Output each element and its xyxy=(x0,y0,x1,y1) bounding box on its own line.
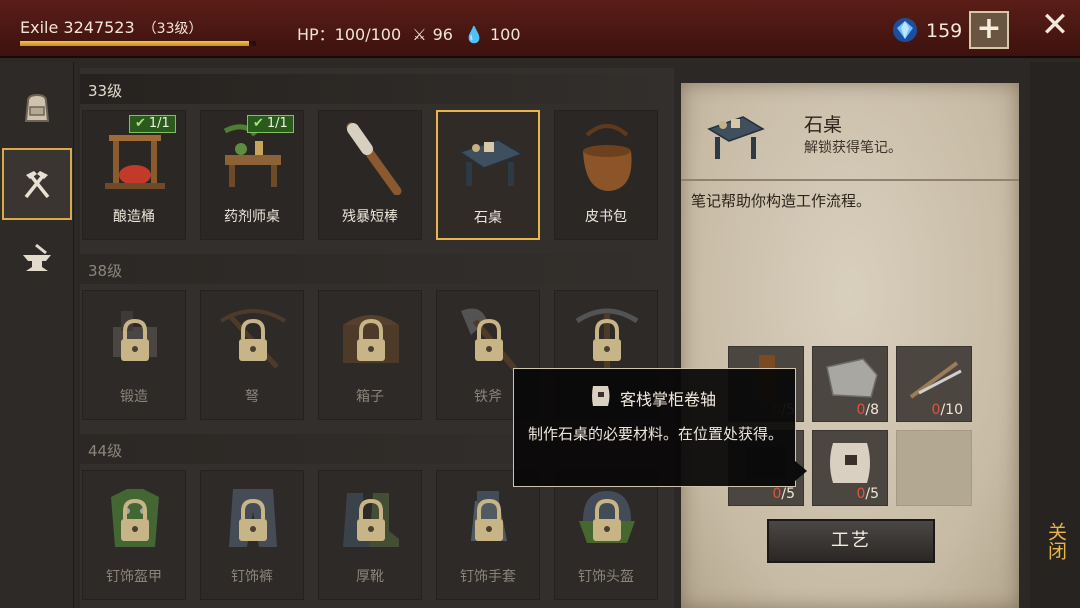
close-button[interactable]: 关闭 xyxy=(1040,522,1070,560)
recipe-item-selected[interactable]: 石桌 xyxy=(436,110,540,240)
xp-bar xyxy=(20,41,256,46)
recipe-name: 钉饰盔甲 xyxy=(106,569,162,585)
hammer-pick-icon xyxy=(24,171,50,199)
recipe-name: 厚靴 xyxy=(356,569,384,585)
recipe-item-locked[interactable]: 钉饰头盔 xyxy=(554,470,658,600)
level-header: 38级 xyxy=(80,254,674,284)
lock-icon xyxy=(357,318,385,361)
player-level: （33级） xyxy=(142,21,203,37)
stone-table-icon xyxy=(707,116,765,159)
water-value: 100 xyxy=(489,25,521,44)
top-bar: Exile 3247523 （33级） HP：100/100 ⚔ 96 💧 100 1… xyxy=(0,0,1080,58)
check-icon: ✔ xyxy=(253,116,264,131)
crafted-count-badge: ✔ 1/1 xyxy=(247,115,294,133)
player-name-text: Exile 3247523 xyxy=(20,18,135,37)
recipe-name: 残暴短棒 xyxy=(342,209,398,225)
lock-icon xyxy=(121,498,149,541)
lock-icon xyxy=(475,318,503,361)
material-slot[interactable]: 0/10 xyxy=(896,346,972,422)
recipe-item-locked[interactable]: 钉饰盔甲 xyxy=(82,470,186,600)
level-header: 33级 xyxy=(80,74,674,104)
tab-crafting[interactable] xyxy=(2,148,72,220)
recipe-subtitle: 解锁获得笔记。 xyxy=(804,140,902,156)
attack-value: 96 xyxy=(432,25,453,44)
recipe-description: 笔记帮助你构造工作流程。 xyxy=(691,192,872,210)
recipe-item[interactable]: 残暴短棒 xyxy=(318,110,422,240)
material-slot[interactable]: 0/8 xyxy=(812,346,888,422)
recipe-item-locked[interactable]: 箱子 xyxy=(318,290,422,420)
backpack-icon xyxy=(24,93,50,122)
material-tooltip: 客栈掌柜卷轴 制作石桌的必要材料。在位置处获得。 xyxy=(513,368,807,487)
recipe-item[interactable]: 皮书包 xyxy=(554,110,658,240)
recipe-name: 钉饰头盔 xyxy=(578,569,634,585)
craft-button[interactable]: 工艺 xyxy=(767,519,935,563)
gem-icon xyxy=(893,18,917,42)
recipe-name: 酿造桶 xyxy=(113,209,155,225)
player-name: Exile 3247523 （33级） xyxy=(20,18,202,38)
recipe-name: 钉饰裤 xyxy=(231,569,273,585)
lock-icon xyxy=(357,498,385,541)
lock-icon xyxy=(239,498,267,541)
material-count: 0/5 xyxy=(772,486,795,502)
category-tabs xyxy=(0,62,74,608)
stone-table-icon xyxy=(458,139,524,186)
crafted-count-badge: ✔ 1/1 xyxy=(129,115,176,133)
club-icon xyxy=(346,122,402,195)
recipe-name: 药剂师桌 xyxy=(224,209,280,225)
recipe-item-locked[interactable]: 弩 xyxy=(200,290,304,420)
lock-icon xyxy=(121,318,149,361)
recipe-name: 石桌 xyxy=(474,210,502,226)
anvil-icon xyxy=(23,243,51,271)
player-stats: HP：100/100 ⚔ 96 💧 100 xyxy=(297,21,527,45)
tooltip-text: 制作石桌的必要材料。在位置处获得。 xyxy=(528,425,784,443)
lock-icon xyxy=(593,318,621,361)
leather-bag-icon xyxy=(583,124,632,191)
scroll-icon xyxy=(592,386,610,406)
material-count: 0/10 xyxy=(931,402,963,418)
recipe-detail-panel: 石桌 解锁获得笔记。 笔记帮助你构造工作流程。 0/5 0/8 0/10 0/5… xyxy=(681,83,1019,608)
lock-icon xyxy=(239,318,267,361)
recipe-item-locked[interactable]: 钉饰手套 xyxy=(436,470,540,600)
material-slot[interactable]: 0/5 xyxy=(812,430,888,506)
tooltip-arrow xyxy=(795,461,807,481)
recipe-item-locked[interactable]: 厚靴 xyxy=(318,470,422,600)
close-icon[interactable]: ✕ xyxy=(1030,0,1080,54)
recipe-item-locked[interactable]: 钉饰裤 xyxy=(200,470,304,600)
recipe-item-locked[interactable]: 锻造 xyxy=(82,290,186,420)
check-icon: ✔ xyxy=(135,116,146,131)
lock-icon xyxy=(593,498,621,541)
add-gems-button[interactable]: + xyxy=(969,11,1009,49)
empty-material-slot xyxy=(896,430,972,506)
recipe-name: 锻造 xyxy=(120,389,148,405)
recipe-name: 皮书包 xyxy=(585,209,627,225)
tool-icon xyxy=(909,361,962,399)
sword-icon: ⚔ xyxy=(412,25,427,44)
tab-anvil[interactable] xyxy=(2,224,72,296)
recipe-title: 石桌 xyxy=(804,114,843,136)
tooltip-title: 客栈掌柜卷轴 xyxy=(620,390,717,409)
recipe-list[interactable]: 33级 ✔ 1/1 酿造桶 ✔ 1/1 药剂师桌 残暴短棒 石桌 皮书包 38级… xyxy=(80,68,674,608)
water-drop-icon: 💧 xyxy=(464,25,484,44)
hp-text: HP：100/100 xyxy=(297,25,402,44)
recipe-name: 钉饰手套 xyxy=(460,569,516,585)
xp-bar-fill xyxy=(20,41,249,46)
divider xyxy=(681,179,1019,181)
recipe-name: 箱子 xyxy=(356,389,384,405)
material-count: 0/8 xyxy=(856,402,879,418)
scroll-icon xyxy=(830,443,870,483)
tab-backpack[interactable] xyxy=(2,72,72,144)
stone-icon xyxy=(826,358,878,398)
recipe-name: 弩 xyxy=(245,389,259,405)
gem-count: 159 xyxy=(926,20,963,42)
recipe-item[interactable]: ✔ 1/1 药剂师桌 xyxy=(200,110,304,240)
material-count: 0/5 xyxy=(856,486,879,502)
lock-icon xyxy=(475,498,503,541)
recipe-item[interactable]: ✔ 1/1 酿造桶 xyxy=(82,110,186,240)
